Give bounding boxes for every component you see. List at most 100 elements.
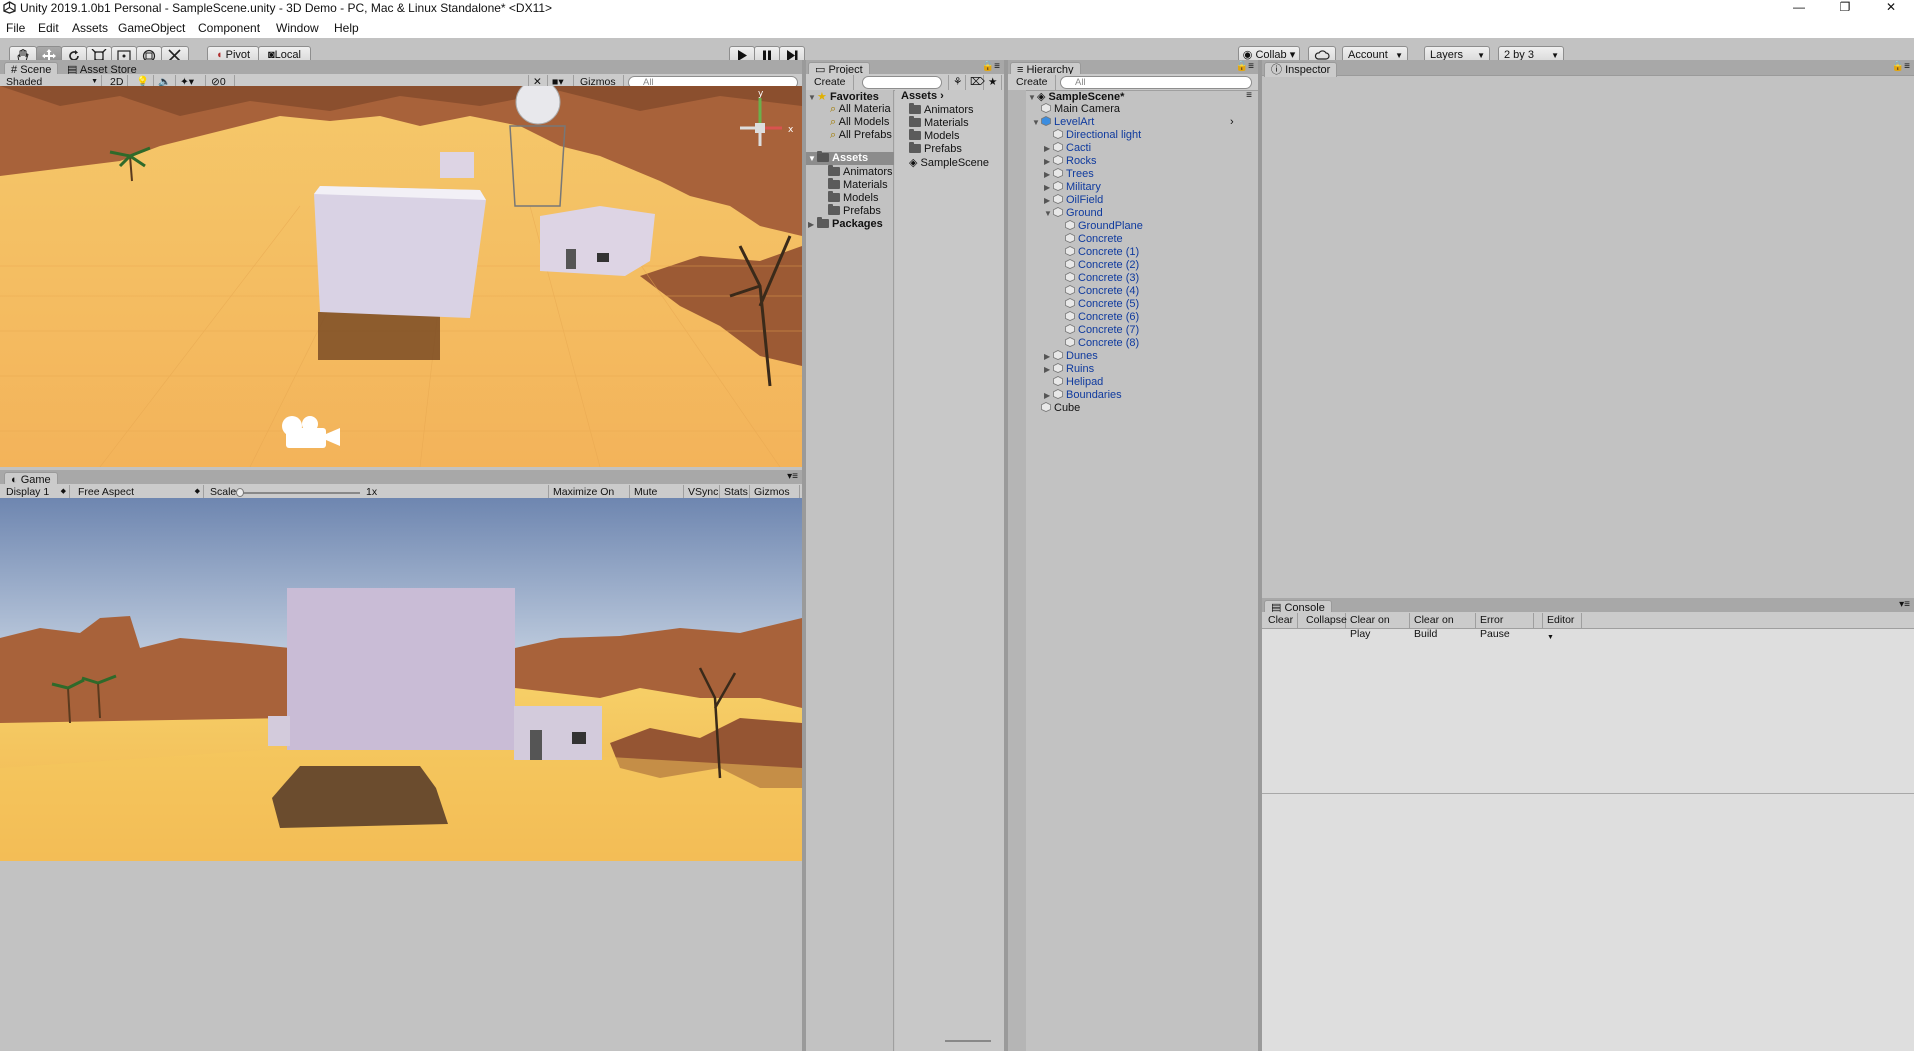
menu-assets[interactable]: Assets: [72, 21, 108, 35]
selected-cube[interactable]: [314, 186, 486, 318]
scale-slider-track[interactable]: [240, 492, 360, 494]
game-viewport[interactable]: [0, 498, 802, 861]
filter-type-icon[interactable]: ⚘: [948, 75, 966, 90]
favorite-star-icon[interactable]: ★: [984, 75, 1002, 90]
gameobject-cube-icon: [1065, 246, 1075, 256]
expand-arrow-icon[interactable]: ▶: [1044, 389, 1053, 402]
prefab-cube-icon: [1041, 116, 1051, 126]
tab-inspector[interactable]: ⓘ Inspector: [1264, 62, 1338, 77]
asset-folder-item[interactable]: Prefabs: [828, 204, 881, 217]
hierarchy-item[interactable]: Concrete (1): [1056, 246, 1139, 259]
expand-arrow-icon[interactable]: ▶: [1044, 194, 1053, 207]
expand-arrow-icon[interactable]: ▶: [1044, 181, 1053, 194]
project-control-bar: Create ▼ ⚘ ⌦ ★: [806, 74, 1004, 103]
packages-folder[interactable]: ▶ Packages: [808, 217, 883, 230]
clear-on-build-toggle[interactable]: Clear on Build: [1410, 613, 1476, 640]
hierarchy-item[interactable]: ▶ Cacti: [1044, 142, 1091, 155]
asset-folder-item[interactable]: Models: [828, 191, 878, 204]
expand-arrow-icon[interactable]: ▶: [1044, 363, 1053, 376]
minimize-button[interactable]: —: [1776, 0, 1822, 16]
hierarchy-item[interactable]: Main Camera: [1032, 103, 1120, 116]
clear-on-play-toggle[interactable]: Clear on Play: [1346, 613, 1410, 640]
prefab-open-arrow-icon[interactable]: ›: [1230, 116, 1234, 129]
hierarchy-item[interactable]: ▶ Military: [1044, 181, 1101, 194]
project-lock-icon[interactable]: 🔒≡: [982, 61, 1000, 72]
hierarchy-item[interactable]: ▶ Dunes: [1044, 350, 1098, 363]
hierarchy-item[interactable]: ▶ Rocks: [1044, 155, 1097, 168]
favorite-item[interactable]: ⌕ All Prefabs: [830, 129, 892, 142]
favorite-item[interactable]: ⌕ All Materia: [830, 103, 891, 116]
console-split-divider[interactable]: [1262, 793, 1914, 794]
panel-divider-right[interactable]: [1258, 60, 1262, 1051]
expand-arrow-icon[interactable]: ▶: [1044, 155, 1053, 168]
menu-edit[interactable]: Edit: [38, 21, 59, 35]
expand-arrow-icon[interactable]: ▶: [1044, 168, 1053, 181]
hierarchy-create-dropdown[interactable]: Create ▼: [1012, 75, 1056, 103]
filter-label-icon[interactable]: ⌦: [966, 75, 985, 90]
hierarchy-item[interactable]: Directional light: [1044, 129, 1141, 142]
menu-component[interactable]: Component: [198, 21, 260, 35]
error-pause-toggle[interactable]: Error Pause: [1476, 613, 1534, 640]
scene-root[interactable]: ▼◈ SampleScene*: [1028, 90, 1124, 103]
gameobject-cube-icon: [1065, 233, 1075, 243]
hierarchy-item[interactable]: Concrete (4): [1056, 285, 1139, 298]
panel-divider-left[interactable]: [802, 60, 806, 1051]
breadcrumb-arrow-icon: ›: [940, 90, 944, 102]
search-icon: ⌕: [830, 103, 837, 115]
menu-file[interactable]: File: [6, 21, 25, 35]
hierarchy-item[interactable]: Concrete (5): [1056, 298, 1139, 311]
hierarchy-item[interactable]: Concrete (3): [1056, 272, 1139, 285]
icon-size-slider[interactable]: [945, 1040, 991, 1042]
inspector-tabbar: ⓘ Inspector 🔒≡: [1262, 60, 1914, 77]
panel-divider-middle[interactable]: [1004, 60, 1008, 1051]
console-menu-icon[interactable]: ▾≡: [1899, 599, 1910, 610]
hierarchy-item[interactable]: ▶ OilField: [1044, 194, 1103, 207]
hierarchy-item[interactable]: ▶ Trees: [1044, 168, 1094, 181]
menu-gameobject[interactable]: GameObject: [118, 21, 185, 35]
expand-arrow-icon[interactable]: ▶: [1044, 142, 1053, 155]
hierarchy-search-input[interactable]: All: [1060, 76, 1252, 89]
asset-folder-item[interactable]: Materials: [828, 178, 888, 191]
game-panel-menu-icon[interactable]: ▾≡: [787, 471, 798, 482]
scene-options-icon[interactable]: ≡: [1246, 90, 1252, 101]
hierarchy-item[interactable]: ▼ LevelArt ›: [1032, 116, 1234, 129]
console-clear-button[interactable]: Clear: [1264, 613, 1298, 628]
content-folder-item[interactable]: Materials: [909, 116, 969, 129]
collapse-arrow-icon[interactable]: ▼: [1044, 207, 1053, 220]
project-breadcrumb[interactable]: Assets ›: [901, 90, 944, 102]
expand-arrow-icon[interactable]: ▶: [1044, 350, 1053, 363]
content-folder-item[interactable]: Prefabs: [909, 142, 962, 155]
console-collapse-toggle[interactable]: Collapse: [1302, 613, 1347, 628]
asset-folder-item[interactable]: Animators: [828, 165, 893, 178]
hierarchy-item[interactable]: Concrete: [1056, 233, 1123, 246]
editor-target-dropdown[interactable]: Editor ▼: [1542, 613, 1582, 641]
hierarchy-item[interactable]: Cube: [1032, 402, 1080, 415]
favorites-header[interactable]: ▼★ Favorites: [808, 90, 879, 103]
content-folder-item[interactable]: Models: [909, 129, 959, 142]
content-folder-item[interactable]: Animators: [909, 103, 974, 116]
collapse-arrow-icon[interactable]: ▼: [1032, 116, 1041, 129]
favorite-item[interactable]: ⌕ All Models: [830, 116, 889, 129]
assets-folder-selected[interactable]: ▼ Assets: [806, 151, 894, 165]
project-search-input[interactable]: [862, 76, 942, 89]
content-scene-item[interactable]: ◈ SampleScene: [909, 156, 989, 169]
scale-slider-thumb[interactable]: [236, 488, 244, 497]
game-building-door: [530, 730, 542, 760]
hierarchy-lock-icon[interactable]: 🔒≡: [1236, 61, 1254, 72]
hierarchy-item[interactable]: Concrete (7): [1056, 324, 1139, 337]
hierarchy-item[interactable]: Helipad: [1044, 376, 1103, 389]
hierarchy-item[interactable]: Concrete (6): [1056, 311, 1139, 324]
maximize-button[interactable]: ❐: [1822, 0, 1868, 16]
inspector-lock-icon[interactable]: 🔒≡: [1892, 61, 1910, 72]
hierarchy-item[interactable]: Concrete (8): [1056, 337, 1139, 350]
hierarchy-item[interactable]: ▼ Ground: [1044, 207, 1103, 220]
close-window-button[interactable]: ✕: [1868, 0, 1914, 16]
scene-viewport[interactable]: y x: [0, 86, 802, 467]
hierarchy-item[interactable]: GroundPlane: [1056, 220, 1143, 233]
hierarchy-item[interactable]: Concrete (2): [1056, 259, 1139, 272]
project-create-dropdown[interactable]: Create ▼: [810, 75, 854, 103]
menu-window[interactable]: Window: [276, 21, 319, 35]
menu-help[interactable]: Help: [334, 21, 359, 35]
hierarchy-item[interactable]: ▶ Ruins: [1044, 363, 1094, 376]
hierarchy-item[interactable]: ▶ Boundaries: [1044, 389, 1122, 402]
